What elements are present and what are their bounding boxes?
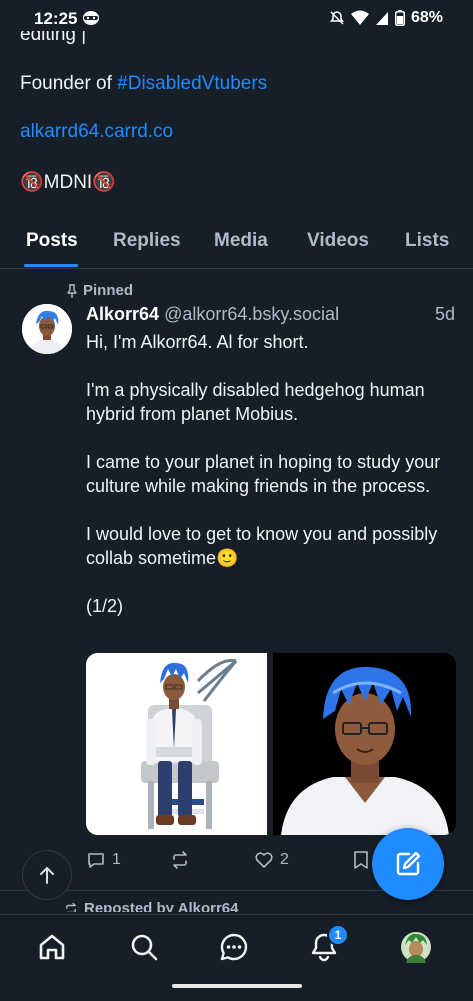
reply-button[interactable]: 1	[86, 850, 121, 870]
tab-replies[interactable]: Replies	[113, 230, 181, 252]
battery-percent: 68%	[410, 9, 443, 26]
post-image-2[interactable]	[273, 653, 456, 835]
signal-icon	[375, 12, 388, 25]
bookmark-icon	[354, 851, 368, 869]
status-time: 12:25	[34, 9, 78, 28]
avatar-image	[22, 304, 72, 354]
nav-chat[interactable]	[218, 931, 250, 963]
reply-count: 1	[112, 851, 121, 868]
bookmark-button[interactable]	[352, 850, 370, 870]
search-icon	[131, 934, 158, 961]
bio-founder-prefix: Founder of	[20, 73, 118, 94]
heart-icon	[255, 852, 273, 868]
bio-founder-line: Founder of #DisabledVtubers	[20, 73, 267, 95]
repost-icon	[173, 851, 187, 869]
hashtag-link[interactable]: #DisabledVtubers	[117, 73, 267, 94]
chat-icon	[220, 933, 248, 961]
gesture-bar[interactable]	[172, 984, 302, 988]
post-image-1[interactable]	[86, 653, 267, 835]
author-display-name[interactable]: Alkorr64	[86, 304, 159, 324]
post-text: Hi, I'm Alkorr64. Al for short. I'm a ph…	[86, 332, 441, 616]
pinned-label: Pinned	[83, 282, 134, 299]
battery-icon	[394, 10, 405, 26]
notification-badge: 1	[327, 924, 349, 946]
nav-profile[interactable]	[400, 931, 432, 963]
tab-media[interactable]: Media	[214, 230, 268, 252]
pin-icon	[67, 283, 77, 298]
compose-icon	[396, 851, 421, 876]
profile-tabs: Posts Replies Media Videos Lists	[0, 222, 473, 269]
character-portrait-image	[273, 653, 456, 835]
wifi-icon	[350, 10, 369, 25]
tab-posts[interactable]: Posts	[26, 230, 78, 252]
active-tab-indicator	[24, 264, 78, 267]
tab-videos[interactable]: Videos	[307, 230, 369, 252]
post-author[interactable]: Alkorr64 @alkorr64.bsky.social	[86, 304, 339, 325]
compose-button[interactable]	[372, 828, 444, 900]
status-indicators: 68%	[329, 9, 443, 27]
profile-avatar-icon	[401, 932, 431, 963]
home-icon	[39, 934, 65, 960]
reply-icon	[88, 853, 104, 868]
raccoon-icon	[83, 11, 99, 25]
nav-search[interactable]	[128, 931, 160, 963]
like-button[interactable]: 2	[254, 850, 289, 870]
bio-mdni: 🔞MDNI🔞	[20, 172, 116, 193]
like-count: 2	[280, 851, 289, 868]
pinned-indicator: Pinned	[66, 282, 133, 299]
scroll-to-top-button[interactable]	[22, 850, 72, 900]
author-handle[interactable]: @alkorr64.bsky.social	[164, 304, 339, 324]
arrow-up-icon	[40, 867, 54, 884]
feed-post[interactable]: Pinned Alkorr64 @alkorr64.bsky.social 5d…	[0, 268, 473, 891]
repost-button[interactable]	[170, 850, 190, 870]
tab-lists[interactable]: Lists	[405, 230, 449, 252]
bell-off-icon	[329, 11, 344, 25]
bio-website-link[interactable]: alkarrd64.carrd.co	[20, 121, 173, 143]
post-age[interactable]: 5d	[435, 304, 455, 325]
nav-home[interactable]	[36, 931, 68, 963]
author-avatar[interactable]	[22, 304, 72, 354]
character-chair-image	[86, 653, 267, 835]
